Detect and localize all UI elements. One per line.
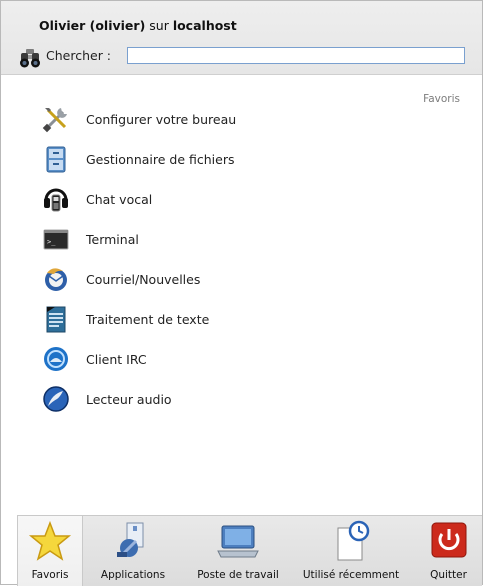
- svg-text:>_: >_: [47, 238, 56, 246]
- favorites-section-label: Favoris: [423, 93, 460, 105]
- favorite-item-audio-player[interactable]: Lecteur audio: [41, 381, 421, 417]
- favorite-item-label: Gestionnaire de fichiers: [86, 151, 235, 167]
- thunderbird-icon: [41, 264, 71, 294]
- applications-icon: [111, 520, 155, 562]
- user-host-separator: sur: [145, 18, 173, 33]
- host-name: localhost: [172, 18, 237, 33]
- binoculars-icon: [19, 47, 41, 69]
- tab-favorites[interactable]: Favoris: [17, 516, 83, 586]
- star-icon: [28, 520, 72, 562]
- favorite-item-configure-desktop[interactable]: Configurer votre bureau: [41, 101, 421, 137]
- bottom-tab-bar: Favoris Applications Poste de travail Ut…: [17, 515, 482, 586]
- favorite-item-irc-client[interactable]: Client IRC: [41, 341, 421, 377]
- audio-player-icon: [41, 384, 71, 414]
- headset-phone-icon: [41, 184, 71, 214]
- tools-icon: [41, 104, 71, 134]
- tab-quit[interactable]: Quitter: [415, 516, 482, 586]
- tab-label: Utilisé récemment: [302, 569, 400, 581]
- word-processor-icon: [41, 304, 71, 334]
- power-icon: [427, 520, 471, 562]
- user-host-line: Olivier (olivier) sur localhost: [39, 18, 237, 33]
- file-manager-icon: [41, 144, 71, 174]
- tab-label: Favoris: [31, 569, 69, 581]
- tab-workstation[interactable]: Poste de travail: [183, 516, 293, 586]
- tab-recently-used[interactable]: Utilisé récemment: [296, 516, 406, 586]
- tab-label: Applications: [100, 569, 166, 581]
- favorite-item-terminal[interactable]: >_ Terminal: [41, 221, 421, 257]
- tab-label: Quitter: [430, 569, 467, 581]
- favorite-item-label: Terminal: [86, 231, 139, 247]
- terminal-icon: >_: [41, 224, 71, 254]
- favorite-item-voice-chat[interactable]: Chat vocal: [41, 181, 421, 217]
- search-input[interactable]: [127, 47, 465, 64]
- recent-document-clock-icon: [329, 520, 373, 562]
- favorite-item-mail-news[interactable]: Courriel/Nouvelles: [41, 261, 421, 297]
- favorite-item-label: Lecteur audio: [86, 391, 172, 407]
- irc-client-icon: [41, 344, 71, 374]
- favorite-item-label: Client IRC: [86, 351, 147, 367]
- favorite-item-label: Configurer votre bureau: [86, 111, 237, 127]
- favorite-item-label: Traitement de texte: [86, 311, 210, 327]
- user-name: Olivier (olivier): [39, 18, 146, 33]
- tab-label: Poste de travail: [197, 569, 279, 581]
- favorite-item-word-processor[interactable]: Traitement de texte: [41, 301, 421, 337]
- favorite-item-label: Chat vocal: [86, 191, 153, 207]
- launcher-header: Olivier (olivier) sur localhost Chercher…: [1, 1, 482, 75]
- favorite-item-label: Courriel/Nouvelles: [86, 271, 201, 287]
- favorite-item-file-manager[interactable]: Gestionnaire de fichiers: [41, 141, 421, 177]
- search-label: Chercher :: [46, 48, 112, 63]
- launcher-window: Olivier (olivier) sur localhost Chercher…: [0, 0, 483, 586]
- laptop-icon: [216, 520, 260, 562]
- tab-applications[interactable]: Applications: [87, 516, 179, 586]
